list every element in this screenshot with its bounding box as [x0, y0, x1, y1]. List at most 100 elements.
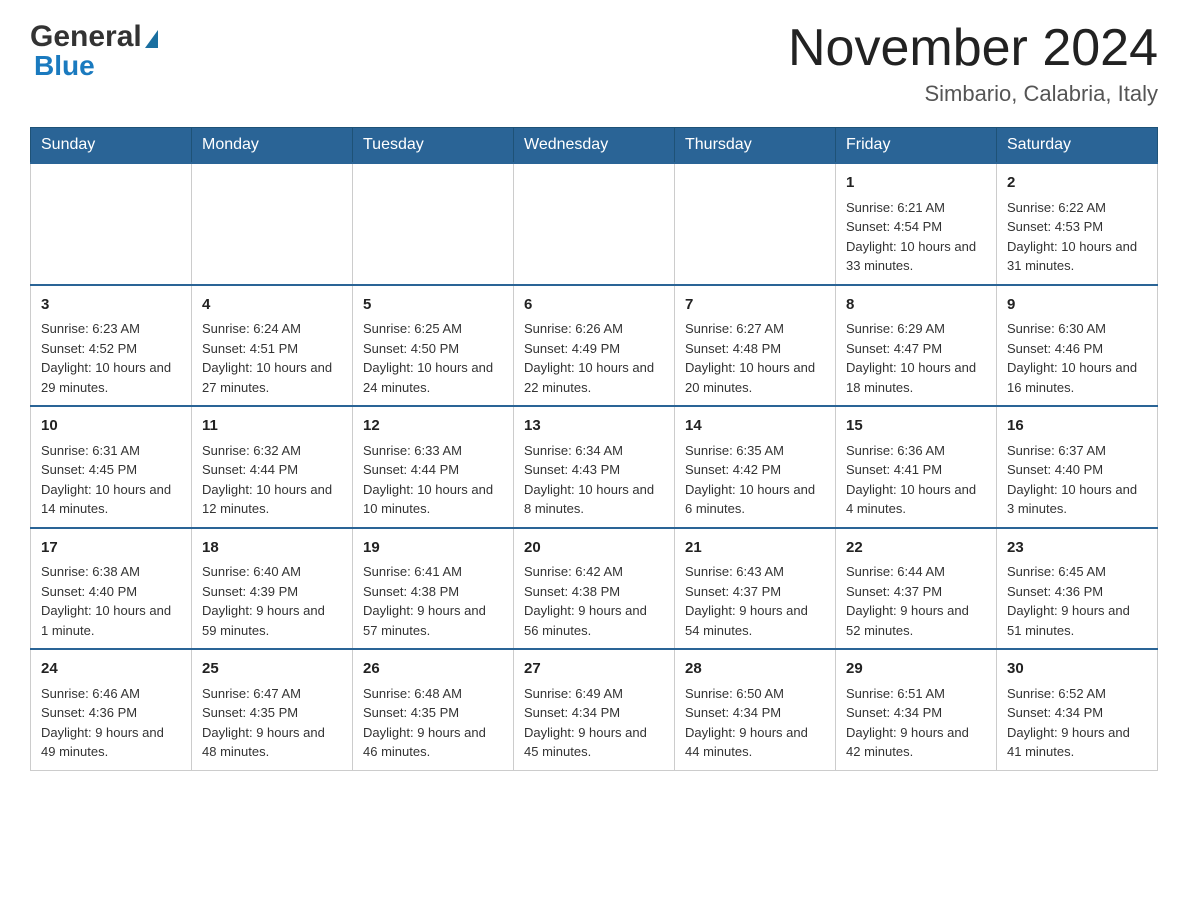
week-row-2: 3Sunrise: 6:23 AMSunset: 4:52 PMDaylight… — [31, 285, 1158, 407]
header-friday: Friday — [836, 128, 997, 164]
day-info: Sunrise: 6:50 AMSunset: 4:34 PMDaylight:… — [685, 684, 825, 762]
day-cell — [514, 163, 675, 285]
day-info: Sunrise: 6:31 AMSunset: 4:45 PMDaylight:… — [41, 441, 181, 519]
day-number: 1 — [846, 172, 986, 195]
day-cell — [353, 163, 514, 285]
day-info: Sunrise: 6:38 AMSunset: 4:40 PMDaylight:… — [41, 562, 181, 640]
day-number: 24 — [41, 658, 181, 681]
day-cell: 19Sunrise: 6:41 AMSunset: 4:38 PMDayligh… — [353, 528, 514, 650]
day-cell: 2 Sunrise: 6:22 AMSunset: 4:53 PMDaylight… — [997, 163, 1158, 285]
day-cell: 18Sunrise: 6:40 AMSunset: 4:39 PMDayligh… — [192, 528, 353, 650]
day-cell: 25 Sunrise: 6:47 AMSunset: 4:35 PMDayligh… — [192, 649, 353, 770]
day-info: Sunrise: 6:26 AMSunset: 4:49 PMDaylight:… — [524, 319, 664, 397]
day-cell: 17Sunrise: 6:38 AMSunset: 4:40 PMDayligh… — [31, 528, 192, 650]
day-info: Sunrise: 6:35 AMSunset: 4:42 PMDaylight:… — [685, 441, 825, 519]
day-number: 10 — [41, 415, 181, 438]
week-row-3: 10 Sunrise: 6:31 AMSunset: 4:45 PMDayligh… — [31, 406, 1158, 528]
day-info: Sunrise: 6:29 AMSunset: 4:47 PMDaylight:… — [846, 319, 986, 397]
day-cell: 30 Sunrise: 6:52 AMSunset: 4:34 PMDayligh… — [997, 649, 1158, 770]
header-monday: Monday — [192, 128, 353, 164]
day-info: Sunrise: 6:42 AMSunset: 4:38 PMDaylight:… — [524, 562, 664, 640]
day-number: 27 — [524, 658, 664, 681]
day-info: Sunrise: 6:22 AMSunset: 4:53 PMDaylight:… — [1007, 198, 1147, 276]
day-info: Sunrise: 6:36 AMSunset: 4:41 PMDaylight:… — [846, 441, 986, 519]
day-cell: 13 Sunrise: 6:34 AMSunset: 4:43 PMDayligh… — [514, 406, 675, 528]
day-cell — [31, 163, 192, 285]
day-info: Sunrise: 6:48 AMSunset: 4:35 PMDaylight:… — [363, 684, 503, 762]
day-number: 2 — [1007, 172, 1147, 195]
header-sunday: Sunday — [31, 128, 192, 164]
day-cell: 14Sunrise: 6:35 AMSunset: 4:42 PMDayligh… — [675, 406, 836, 528]
day-info: Sunrise: 6:34 AMSunset: 4:43 PMDaylight:… — [524, 441, 664, 519]
day-number: 25 — [202, 658, 342, 681]
day-cell — [192, 163, 353, 285]
day-cell: 20Sunrise: 6:42 AMSunset: 4:38 PMDayligh… — [514, 528, 675, 650]
day-info: Sunrise: 6:45 AMSunset: 4:36 PMDaylight:… — [1007, 562, 1147, 640]
header-saturday: Saturday — [997, 128, 1158, 164]
day-cell: 11 Sunrise: 6:32 AMSunset: 4:44 PMDayligh… — [192, 406, 353, 528]
location-subtitle: Simbario, Calabria, Italy — [788, 81, 1158, 107]
day-number: 8 — [846, 294, 986, 317]
day-cell: 22Sunrise: 6:44 AMSunset: 4:37 PMDayligh… — [836, 528, 997, 650]
header-thursday: Thursday — [675, 128, 836, 164]
title-area: November 2024 Simbario, Calabria, Italy — [788, 20, 1158, 107]
day-info: Sunrise: 6:44 AMSunset: 4:37 PMDaylight:… — [846, 562, 986, 640]
day-cell: 10 Sunrise: 6:31 AMSunset: 4:45 PMDayligh… — [31, 406, 192, 528]
logo-top: General — [30, 20, 158, 54]
day-cell: 15 Sunrise: 6:36 AMSunset: 4:41 PMDayligh… — [836, 406, 997, 528]
week-row-5: 24 Sunrise: 6:46 AMSunset: 4:36 PMDayligh… — [31, 649, 1158, 770]
day-cell: 3Sunrise: 6:23 AMSunset: 4:52 PMDaylight… — [31, 285, 192, 407]
day-info: Sunrise: 6:33 AMSunset: 4:44 PMDaylight:… — [363, 441, 503, 519]
day-info: Sunrise: 6:25 AMSunset: 4:50 PMDaylight:… — [363, 319, 503, 397]
day-number: 4 — [202, 294, 342, 317]
day-number: 29 — [846, 658, 986, 681]
day-number: 21 — [685, 537, 825, 560]
day-cell: 16 Sunrise: 6:37 AMSunset: 4:40 PMDayligh… — [997, 406, 1158, 528]
day-number: 26 — [363, 658, 503, 681]
day-info: Sunrise: 6:52 AMSunset: 4:34 PMDaylight:… — [1007, 684, 1147, 762]
day-number: 30 — [1007, 658, 1147, 681]
day-number: 5 — [363, 294, 503, 317]
day-cell: 27 Sunrise: 6:49 AMSunset: 4:34 PMDayligh… — [514, 649, 675, 770]
day-info: Sunrise: 6:46 AMSunset: 4:36 PMDaylight:… — [41, 684, 181, 762]
day-cell: 28 Sunrise: 6:50 AMSunset: 4:34 PMDayligh… — [675, 649, 836, 770]
day-cell: 23Sunrise: 6:45 AMSunset: 4:36 PMDayligh… — [997, 528, 1158, 650]
week-row-1: 1 Sunrise: 6:21 AMSunset: 4:54 PMDaylight… — [31, 163, 1158, 285]
day-cell: 24 Sunrise: 6:46 AMSunset: 4:36 PMDayligh… — [31, 649, 192, 770]
day-cell: 26 Sunrise: 6:48 AMSunset: 4:35 PMDayligh… — [353, 649, 514, 770]
day-number: 15 — [846, 415, 986, 438]
day-cell: 12Sunrise: 6:33 AMSunset: 4:44 PMDayligh… — [353, 406, 514, 528]
week-row-4: 17Sunrise: 6:38 AMSunset: 4:40 PMDayligh… — [31, 528, 1158, 650]
day-number: 16 — [1007, 415, 1147, 438]
day-number: 28 — [685, 658, 825, 681]
day-cell: 21Sunrise: 6:43 AMSunset: 4:37 PMDayligh… — [675, 528, 836, 650]
day-info: Sunrise: 6:32 AMSunset: 4:44 PMDaylight:… — [202, 441, 342, 519]
day-number: 11 — [202, 415, 342, 438]
day-info: Sunrise: 6:47 AMSunset: 4:35 PMDaylight:… — [202, 684, 342, 762]
day-cell: 29 Sunrise: 6:51 AMSunset: 4:34 PMDayligh… — [836, 649, 997, 770]
month-title: November 2024 — [788, 20, 1158, 77]
calendar-body: 1 Sunrise: 6:21 AMSunset: 4:54 PMDaylight… — [31, 163, 1158, 770]
logo-blue-text: Blue — [34, 50, 95, 82]
header-wednesday: Wednesday — [514, 128, 675, 164]
day-cell: 9Sunrise: 6:30 AMSunset: 4:46 PMDaylight… — [997, 285, 1158, 407]
day-cell: 1 Sunrise: 6:21 AMSunset: 4:54 PMDaylight… — [836, 163, 997, 285]
day-info: Sunrise: 6:49 AMSunset: 4:34 PMDaylight:… — [524, 684, 664, 762]
day-cell — [675, 163, 836, 285]
day-number: 22 — [846, 537, 986, 560]
day-number: 6 — [524, 294, 664, 317]
day-number: 18 — [202, 537, 342, 560]
day-info: Sunrise: 6:51 AMSunset: 4:34 PMDaylight:… — [846, 684, 986, 762]
day-cell: 6Sunrise: 6:26 AMSunset: 4:49 PMDaylight… — [514, 285, 675, 407]
day-number: 3 — [41, 294, 181, 317]
day-number: 9 — [1007, 294, 1147, 317]
day-number: 7 — [685, 294, 825, 317]
page-header: General Blue November 2024 Simbario, Cal… — [30, 20, 1158, 107]
logo-triangle-icon — [145, 30, 158, 48]
day-info: Sunrise: 6:37 AMSunset: 4:40 PMDaylight:… — [1007, 441, 1147, 519]
day-number: 13 — [524, 415, 664, 438]
days-of-week-row: SundayMondayTuesdayWednesdayThursdayFrid… — [31, 128, 1158, 164]
day-info: Sunrise: 6:23 AMSunset: 4:52 PMDaylight:… — [41, 319, 181, 397]
day-info: Sunrise: 6:21 AMSunset: 4:54 PMDaylight:… — [846, 198, 986, 276]
day-info: Sunrise: 6:43 AMSunset: 4:37 PMDaylight:… — [685, 562, 825, 640]
